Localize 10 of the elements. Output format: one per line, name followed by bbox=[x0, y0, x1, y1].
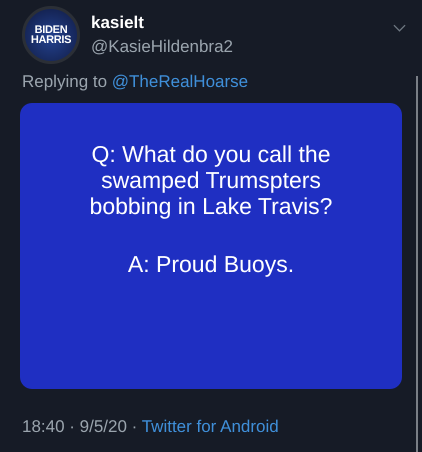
avatar[interactable]: BIDEN HARRIS bbox=[22, 6, 80, 64]
replying-to-text: Replying to @TheRealHoarse bbox=[22, 72, 250, 92]
mention-link[interactable]: @TheRealHoarse bbox=[112, 72, 248, 91]
card-text: Q: What do you call the swamped Trumspters bobbing in Lake Travis? bbox=[90, 141, 332, 219]
card-text: A: Proud Buoys. bbox=[128, 251, 294, 277]
display-name: kasielt bbox=[91, 12, 145, 34]
timestamp: 18:40 · 9/5/20 · bbox=[22, 417, 138, 436]
user-handle: @KasieHildenbra2 bbox=[91, 36, 234, 58]
chevron-down-icon[interactable] bbox=[393, 24, 406, 32]
source-link[interactable]: Twitter for Android bbox=[142, 417, 279, 436]
